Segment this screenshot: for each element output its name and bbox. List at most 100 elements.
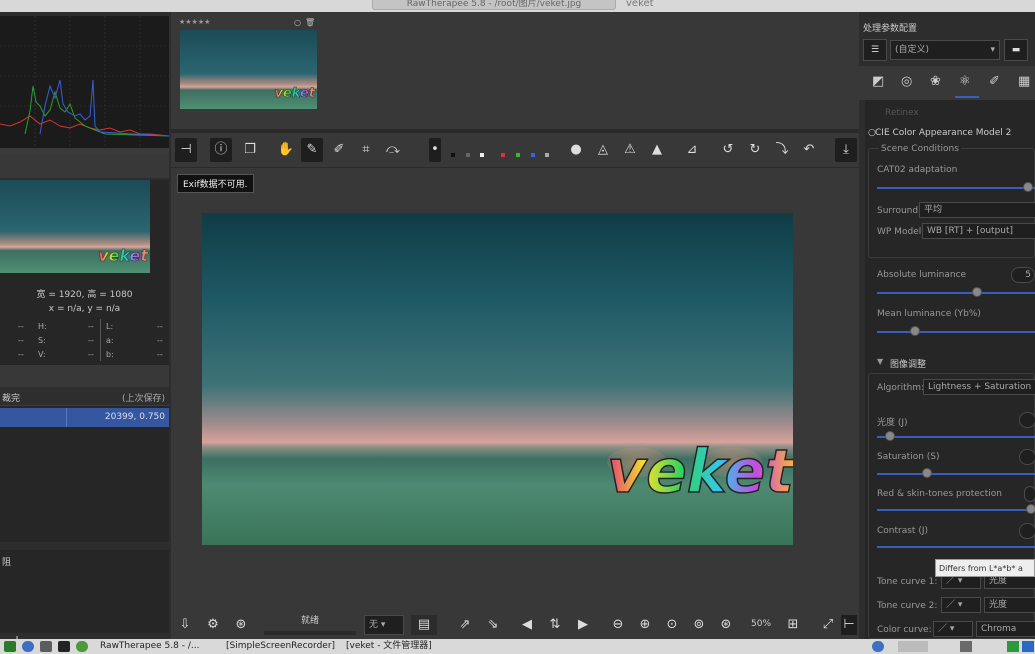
preview-red-icon[interactable] — [501, 153, 505, 157]
saturation-slider-handle[interactable] — [922, 468, 932, 478]
tone-curve-2-button[interactable]: ／ ▾ — [941, 597, 981, 613]
retinex-label[interactable]: Retinex — [885, 108, 919, 118]
surround-dropdown[interactable]: 平均 — [919, 202, 1035, 218]
image-adjust-header[interactable]: 图像调整 — [890, 357, 926, 370]
start-menu-icon[interactable] — [4, 641, 16, 652]
histogram-icon[interactable]: ⊿ — [681, 138, 703, 162]
tray-volume-icon[interactable] — [960, 641, 972, 652]
absolute-luminance-value[interactable]: 5 — [1011, 267, 1035, 283]
filmstrip-thumbnail[interactable]: veket — [180, 30, 317, 109]
navigator-thumbnail[interactable]: veket — [0, 180, 150, 273]
zoom-fit-icon[interactable]: ⊙ — [662, 615, 682, 635]
flag-icon[interactable]: ○ — [294, 18, 301, 27]
power-icon[interactable]: ○ — [868, 128, 876, 138]
task-file-manager[interactable]: [veket - 文件管理器] — [346, 640, 456, 653]
flip-horizontal-icon[interactable]: ↶ — [798, 138, 820, 162]
tray-icon[interactable] — [898, 641, 928, 652]
expander-arrow-icon[interactable]: ▼ — [877, 357, 883, 366]
save-icon[interactable]: ⤓ — [835, 138, 857, 162]
filmstrip-tile[interactable]: ★★★★★ ○ 🗑 ✔ veket — [176, 18, 318, 112]
preview-mode-icon[interactable]: • — [429, 138, 441, 162]
next-image-icon[interactable]: ▶ — [573, 615, 593, 635]
tab-color-icon[interactable]: ❀ — [930, 74, 941, 89]
rotate-left-icon[interactable]: ↺ — [717, 138, 739, 162]
lightness-slider[interactable] — [877, 436, 1035, 438]
snapshot-header[interactable]: 阻 — [0, 550, 169, 572]
color-profile-icon[interactable]: ▤ — [411, 615, 437, 635]
launcher-icon[interactable] — [40, 641, 52, 652]
crop-icon[interactable]: ⌗ — [355, 138, 377, 162]
zoom-in-icon[interactable]: ⊕ — [635, 615, 655, 635]
trash-icon[interactable]: 🗑 — [305, 18, 315, 27]
saturation-slider[interactable] — [877, 473, 1035, 475]
tab-exposure-icon[interactable]: ◩ — [872, 74, 884, 89]
straighten-icon[interactable]: ⤼ — [382, 138, 404, 162]
previous-image-icon[interactable]: ◀ — [517, 615, 537, 635]
before-after-icon[interactable]: ❐ — [239, 138, 261, 162]
cat02-slider[interactable] — [877, 187, 1035, 189]
profile-dropdown[interactable]: (自定义) ▾ — [890, 40, 1000, 60]
rating-stars[interactable]: ★★★★★ — [179, 18, 210, 26]
history-row[interactable]: 20399, 0.750 — [0, 408, 169, 427]
tab-raw-icon[interactable]: ▦ — [1018, 74, 1030, 89]
tray-battery-icon[interactable] — [1007, 641, 1019, 652]
algorithm-dropdown[interactable]: Lightness + Saturation — [923, 379, 1035, 395]
browser-icon[interactable] — [76, 641, 88, 652]
sync-icon[interactable]: ⇅ — [545, 615, 565, 635]
launcher-icon[interactable] — [22, 641, 34, 652]
preview-blue-icon[interactable] — [531, 153, 535, 157]
shadow-clip-icon[interactable]: ◬ — [592, 138, 614, 162]
zoom-100-icon[interactable]: ⊛ — [716, 615, 736, 635]
preview-black-icon[interactable] — [451, 153, 455, 157]
lightness-value[interactable] — [1019, 412, 1035, 428]
red-skin-slider-handle[interactable] — [1026, 504, 1035, 514]
main-image[interactable]: veket — [202, 213, 793, 545]
panel-toggle-icon[interactable]: ⊣ — [175, 138, 197, 162]
ciecam-header[interactable]: CIE Color Appearance Model 2 — [875, 128, 1011, 138]
info-icon[interactable]: ⓘ — [210, 138, 232, 162]
task-screen-recorder[interactable]: [SimpleScreenRecorder] — [226, 640, 340, 653]
wp-model-dropdown[interactable]: WB [RT] + [output] — [922, 223, 1035, 239]
tab-transform-icon[interactable]: ✐ — [989, 74, 1000, 89]
zoom-fit-crop-icon[interactable]: ⊚ — [689, 615, 709, 635]
focus-mask-icon[interactable]: ● — [565, 138, 587, 162]
save-image-icon[interactable]: ⇩ — [175, 615, 195, 635]
right-panel-toggle-icon[interactable]: ⊢ — [841, 615, 857, 635]
contrast-value[interactable] — [1019, 523, 1035, 539]
terminal-icon[interactable] — [58, 641, 70, 652]
cat02-slider-handle[interactable] — [1023, 182, 1033, 192]
absolute-luminance-slider-handle[interactable] — [972, 287, 982, 297]
red-skin-slider[interactable] — [877, 509, 1035, 511]
red-skin-value[interactable] — [1024, 486, 1035, 502]
color-curve-button[interactable]: ／ ▾ — [933, 621, 973, 637]
open-folder-icon[interactable]: ▬ — [1004, 39, 1028, 61]
color-picker-icon[interactable]: ✎ — [301, 138, 323, 162]
external-editor-icon[interactable]: ⊛ — [231, 615, 251, 635]
preview-white-icon[interactable] — [480, 153, 484, 157]
mean-luminance-slider-handle[interactable] — [910, 326, 920, 336]
preview-gray-icon[interactable] — [466, 153, 470, 157]
tool-icon-a[interactable]: ⇗ — [455, 615, 475, 635]
profile-list-icon[interactable]: ☰ — [863, 39, 887, 61]
absolute-luminance-slider[interactable] — [877, 292, 1035, 294]
rotate-right-icon[interactable]: ↻ — [744, 138, 766, 162]
highlight-warning-icon[interactable]: ⚠ — [619, 138, 641, 162]
hand-icon[interactable]: ✋ — [275, 138, 297, 162]
contrast-slider[interactable] — [877, 546, 1035, 548]
tray-clock-icon[interactable] — [1022, 641, 1034, 652]
lightness-slider-handle[interactable] — [885, 431, 895, 441]
task-rawtherapee[interactable]: RawTherapee 5.8 - /... — [100, 640, 220, 653]
saturation-value[interactable] — [1019, 449, 1035, 465]
tool-icon-b[interactable]: ⇘ — [483, 615, 503, 635]
send-to-queue-icon[interactable]: ⚙ — [203, 615, 223, 635]
zoom-out-icon[interactable]: ⊖ — [608, 615, 628, 635]
tone-curve-2-mode[interactable]: 光度 — [984, 597, 1035, 613]
preview-green-icon[interactable] — [516, 153, 520, 157]
profile-select[interactable]: 无 ▾ — [364, 615, 404, 635]
new-detail-window-icon[interactable]: ⊞ — [783, 615, 803, 635]
preview-luminance-icon[interactable] — [545, 153, 549, 157]
tab-detail-icon[interactable]: ◎ — [901, 74, 912, 89]
shadow-warning-icon[interactable]: ▲ — [646, 138, 668, 162]
flip-vertical-icon[interactable]: ⤵ — [771, 138, 793, 162]
color-curve-mode[interactable]: Chroma — [976, 621, 1035, 637]
